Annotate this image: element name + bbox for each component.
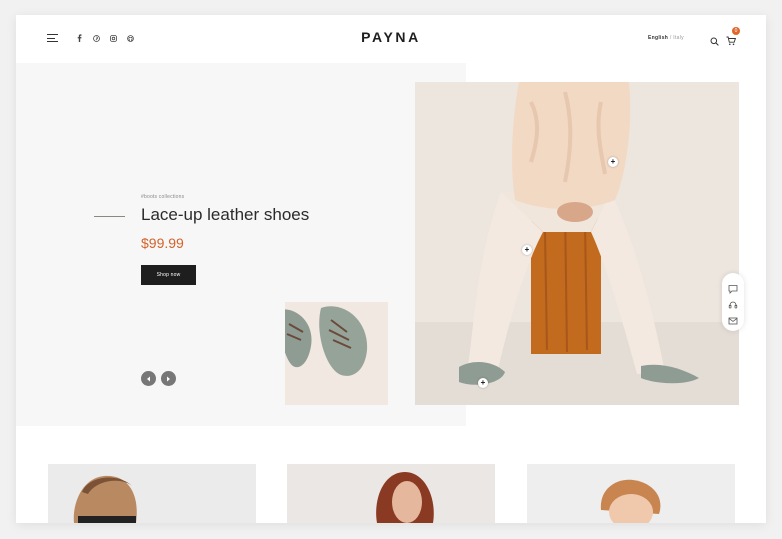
arrow-left-icon <box>147 376 150 381</box>
hero-section <box>16 63 466 426</box>
language-separator: / <box>669 35 672 41</box>
chat-icon[interactable] <box>728 281 738 294</box>
page-frame: PAYNA English / Italy 0 #boots collectio… <box>16 15 766 523</box>
hotspot-shoes-icon[interactable]: + <box>478 378 488 388</box>
site-header: PAYNA English / Italy 0 <box>16 15 766 63</box>
category-card-kids[interactable] <box>527 464 735 523</box>
search-icon[interactable] <box>710 33 719 46</box>
arrow-right-icon <box>167 376 170 381</box>
hotspot-trousers-icon[interactable]: + <box>522 245 532 255</box>
floating-contact-bar <box>722 273 744 331</box>
language-italy[interactable]: Italy <box>673 35 684 41</box>
hero-kicker: #boots collections <box>141 194 185 200</box>
hero-title: Lace-up leather shoes <box>141 205 310 224</box>
category-card-women[interactable] <box>287 464 495 523</box>
hero-price: $99.99 <box>141 235 184 251</box>
support-icon[interactable] <box>728 297 738 309</box>
slider-next-button[interactable] <box>161 371 176 386</box>
slider-prev-button[interactable] <box>141 371 156 386</box>
cart-count-badge: 0 <box>732 27 740 35</box>
category-card-men[interactable] <box>48 464 256 523</box>
shop-now-button[interactable]: Shop now <box>141 265 196 285</box>
language-english[interactable]: English <box>648 35 668 41</box>
hotspot-sweater-icon[interactable]: + <box>608 157 618 167</box>
hero-model-image: + + + <box>415 82 739 405</box>
language-switcher: English / Italy <box>648 35 684 41</box>
shoe-product-image[interactable] <box>285 302 388 405</box>
hero-divider-line <box>94 216 125 217</box>
mail-icon[interactable] <box>728 313 738 325</box>
